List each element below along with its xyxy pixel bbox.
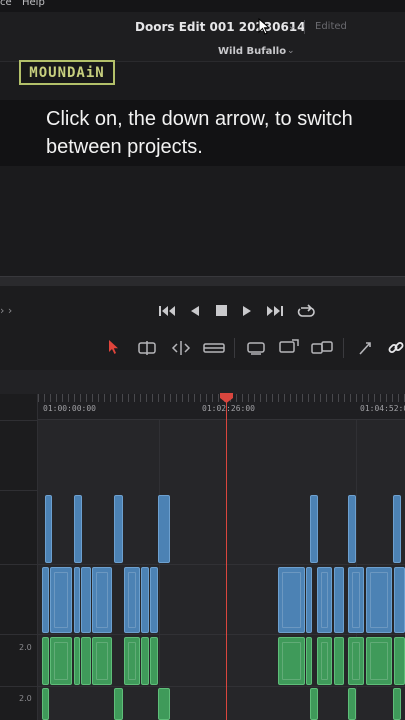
transport-controls: › › bbox=[0, 296, 405, 326]
video-clip[interactable] bbox=[348, 495, 356, 563]
loop-icon[interactable] bbox=[297, 304, 315, 318]
video-clip[interactable] bbox=[124, 567, 140, 633]
audio-clip[interactable] bbox=[310, 688, 318, 720]
blade-tool-icon[interactable] bbox=[203, 341, 225, 355]
audio-clip[interactable] bbox=[158, 688, 170, 720]
insert-clip-icon[interactable] bbox=[244, 340, 268, 356]
timeline-tracks[interactable] bbox=[38, 420, 405, 720]
track-divider bbox=[0, 564, 38, 565]
track-divider bbox=[0, 420, 38, 421]
audio-clip[interactable] bbox=[150, 637, 158, 685]
selection-tool-icon[interactable] bbox=[108, 339, 120, 355]
audio-clip[interactable] bbox=[42, 637, 49, 685]
edit-toolbar bbox=[0, 332, 405, 364]
video-clip[interactable] bbox=[92, 567, 112, 633]
audio-clip[interactable] bbox=[306, 637, 312, 685]
workspace-name[interactable]: Wild Bufallo bbox=[218, 46, 286, 57]
dynamic-trim-icon[interactable] bbox=[170, 340, 192, 356]
audio-clip[interactable] bbox=[348, 688, 356, 720]
audio-clip[interactable] bbox=[92, 637, 112, 685]
title-separator bbox=[304, 20, 305, 34]
menu-bar: ce Help bbox=[0, 0, 405, 12]
video-clip[interactable] bbox=[394, 567, 405, 633]
menu-item-partial[interactable]: ce bbox=[0, 0, 12, 8]
audio-clip[interactable] bbox=[278, 637, 305, 685]
toolbar-separator bbox=[343, 338, 344, 358]
audio-clip[interactable] bbox=[42, 688, 49, 720]
video-clip[interactable] bbox=[141, 567, 149, 633]
audio-track-level: 2.0 bbox=[19, 643, 32, 652]
trim-tool-icon[interactable] bbox=[135, 340, 159, 356]
skip-to-end-icon[interactable] bbox=[265, 305, 283, 317]
project-switch-chevron-down-icon[interactable]: ⌄ bbox=[288, 21, 296, 32]
audio-clip[interactable] bbox=[393, 688, 401, 720]
video-clip[interactable] bbox=[74, 567, 80, 633]
track-divider bbox=[38, 686, 405, 687]
track-divider bbox=[38, 634, 405, 635]
video-clip[interactable] bbox=[317, 567, 332, 633]
track-divider bbox=[38, 564, 405, 565]
panel-divider[interactable] bbox=[0, 276, 405, 286]
timeline-gridline bbox=[159, 420, 160, 720]
timecode-label: 01:04:52:0 bbox=[360, 404, 405, 413]
audio-track-level: 2.0 bbox=[19, 694, 32, 703]
video-clip[interactable] bbox=[366, 567, 392, 633]
timecode-label: 01:00:00:00 bbox=[43, 404, 96, 413]
menu-item-help[interactable]: Help bbox=[22, 0, 45, 8]
overwrite-clip-icon[interactable] bbox=[278, 338, 300, 356]
audio-clip[interactable] bbox=[81, 637, 91, 685]
track-divider bbox=[0, 490, 38, 491]
replace-clip-icon[interactable] bbox=[310, 339, 334, 357]
video-clip[interactable] bbox=[74, 495, 82, 563]
title-bar: Doors Edit 001 20230614 ⌄ Edited bbox=[0, 12, 405, 42]
audio-clip[interactable] bbox=[141, 637, 149, 685]
workspace-bar: Wild Bufallo ⌄ bbox=[0, 42, 405, 62]
audio-clip[interactable] bbox=[366, 637, 392, 685]
timecode-label: 01:02:26:00 bbox=[202, 404, 255, 413]
timeline-header-strip bbox=[0, 370, 405, 394]
project-title[interactable]: Doors Edit 001 20230614 bbox=[135, 20, 306, 34]
edited-status: Edited bbox=[315, 21, 347, 32]
audio-clip[interactable] bbox=[124, 637, 140, 685]
workspace-chevron-down-icon[interactable]: ⌄ bbox=[287, 46, 295, 56]
video-clip[interactable] bbox=[158, 495, 170, 563]
snapping-icon[interactable] bbox=[356, 340, 374, 356]
stop-icon[interactable] bbox=[216, 305, 227, 316]
audio-clip[interactable] bbox=[50, 637, 72, 685]
track-divider bbox=[0, 686, 38, 687]
caption-text: Click on, the down arrow, to switch betw… bbox=[46, 108, 353, 158]
video-clip[interactable] bbox=[114, 495, 123, 563]
audio-clip[interactable] bbox=[74, 637, 80, 685]
video-clip[interactable] bbox=[310, 495, 318, 563]
video-clip[interactable] bbox=[393, 495, 401, 563]
skip-to-start-icon[interactable] bbox=[159, 305, 177, 317]
video-clip[interactable] bbox=[50, 567, 72, 633]
track-headers: 2.0 2.0 bbox=[0, 394, 38, 720]
track-divider bbox=[0, 634, 38, 635]
logo-text: MOUNDAiN bbox=[29, 65, 105, 81]
toolbar-separator bbox=[234, 338, 235, 358]
audio-clip[interactable] bbox=[348, 637, 364, 685]
audio-clip[interactable] bbox=[394, 637, 405, 685]
video-clip[interactable] bbox=[306, 567, 312, 633]
channel-logo: MOUNDAiN bbox=[19, 60, 115, 85]
video-clip[interactable] bbox=[348, 567, 364, 633]
video-clip[interactable] bbox=[45, 495, 52, 563]
linked-selection-icon[interactable] bbox=[387, 339, 405, 357]
video-clip[interactable] bbox=[81, 567, 91, 633]
play-reverse-icon[interactable] bbox=[190, 305, 200, 317]
video-clip[interactable] bbox=[334, 567, 344, 633]
video-clip[interactable] bbox=[42, 567, 49, 633]
play-icon[interactable] bbox=[242, 305, 252, 317]
transport-left-glyph[interactable]: › › bbox=[0, 304, 12, 317]
playhead-line[interactable] bbox=[226, 398, 227, 720]
video-clip[interactable] bbox=[150, 567, 158, 633]
playhead-marker-icon[interactable] bbox=[220, 393, 233, 403]
audio-clip[interactable] bbox=[317, 637, 332, 685]
video-clip[interactable] bbox=[278, 567, 305, 633]
mouse-cursor-icon bbox=[258, 18, 271, 35]
audio-clip[interactable] bbox=[114, 688, 123, 720]
viewer-area bbox=[0, 62, 405, 276]
audio-clip[interactable] bbox=[334, 637, 344, 685]
